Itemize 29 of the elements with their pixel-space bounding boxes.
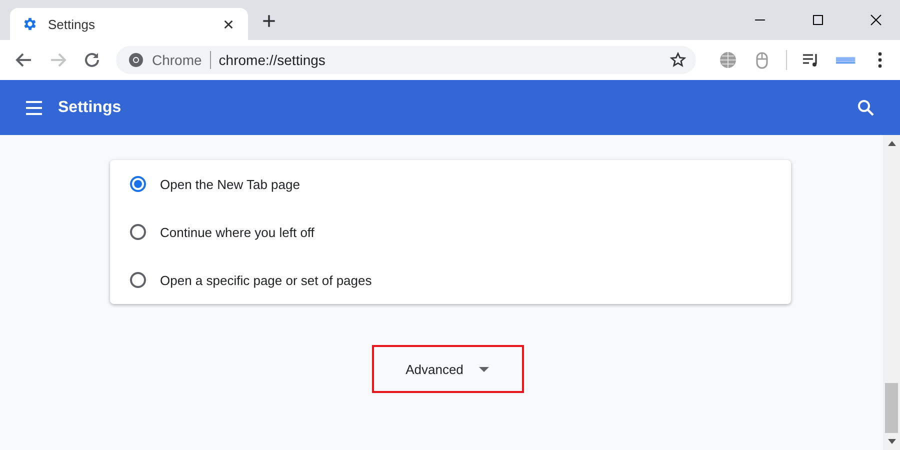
reload-icon[interactable]	[82, 50, 102, 70]
scroll-thumb[interactable]	[885, 383, 898, 433]
scroll-down-icon[interactable]	[888, 439, 896, 444]
new-tab-button[interactable]: +	[262, 6, 276, 38]
chrome-logo-icon	[128, 52, 144, 68]
browser-tab[interactable]: Settings	[10, 8, 248, 40]
radio-button[interactable]	[130, 272, 146, 288]
page-title: Settings	[58, 98, 122, 116]
scrollbar[interactable]	[883, 135, 900, 450]
url-text: chrome://settings	[218, 52, 326, 68]
globe-icon[interactable]	[718, 50, 738, 70]
tab-title: Settings	[48, 16, 96, 32]
option-label: Open a specific page or set of pages	[160, 272, 372, 288]
advanced-button[interactable]: Advanced	[400, 358, 496, 380]
option-label: Continue where you left off	[160, 224, 314, 240]
close-icon[interactable]	[870, 14, 882, 26]
scroll-up-icon[interactable]	[888, 141, 896, 146]
address-bar[interactable]: Chrome chrome://settings	[116, 46, 696, 74]
search-icon[interactable]	[856, 98, 876, 118]
extension-icon[interactable]	[834, 55, 856, 65]
site-label: Chrome	[152, 52, 202, 68]
maximize-icon[interactable]	[812, 14, 824, 26]
radio-button[interactable]	[130, 224, 146, 240]
gear-icon	[22, 16, 38, 32]
radio-button[interactable]	[130, 176, 146, 192]
star-icon[interactable]	[670, 52, 686, 68]
option-label: Open the New Tab page	[160, 176, 300, 192]
close-icon[interactable]	[223, 18, 234, 30]
caret-icon	[479, 366, 490, 372]
